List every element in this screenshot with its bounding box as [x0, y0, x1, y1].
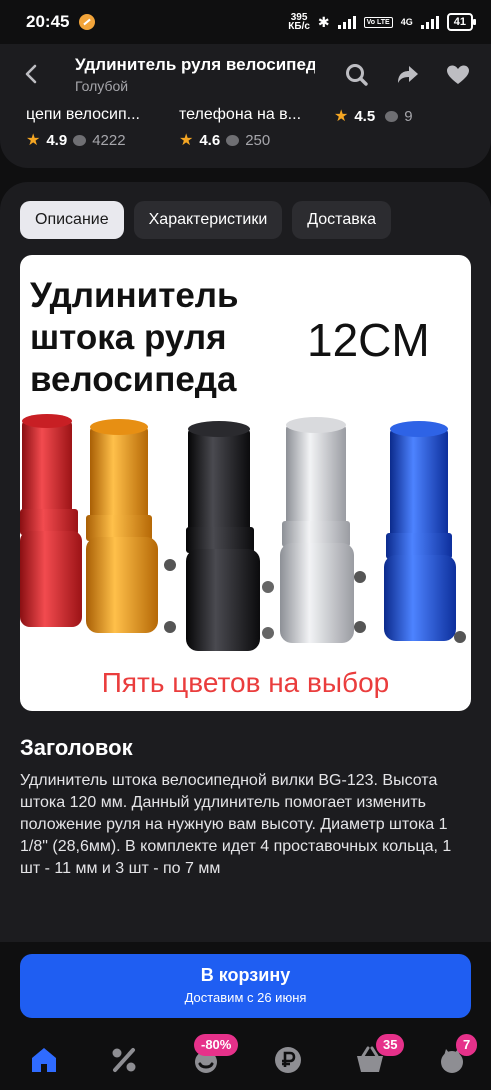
- bottom-nav: -80% 35 7: [0, 1022, 491, 1090]
- review-count: 9: [404, 107, 413, 125]
- product-stems-illustration: [20, 414, 466, 651]
- review-count: 250: [245, 131, 271, 149]
- signal-icon-2: [420, 15, 439, 29]
- add-to-cart-button[interactable]: В корзину Доставим с 26 июня: [20, 954, 471, 1018]
- page-subtitle: Голубой: [75, 78, 129, 94]
- notification-app-icon: [79, 14, 96, 30]
- page-title: Удлинитель руля велосипед: [75, 55, 315, 74]
- back-arrow-icon[interactable]: [20, 62, 44, 86]
- related-product-meta: ★ 4.9 4222: [26, 130, 140, 150]
- home-icon[interactable]: [28, 1044, 60, 1076]
- cart-area: В корзину Доставим с 26 июня: [0, 942, 491, 1022]
- review-count: 4222: [92, 131, 126, 149]
- info-tabs: Описание Характеристики Доставка: [20, 201, 391, 239]
- signal-icon: [337, 15, 356, 29]
- related-product-meta: ★ 4.5 9: [334, 106, 413, 126]
- tab-description[interactable]: Описание: [20, 201, 124, 239]
- search-icon[interactable]: [344, 62, 370, 88]
- promo-footer: Пять цветов на выбор: [101, 667, 390, 698]
- share-icon[interactable]: [395, 62, 421, 88]
- heart-icon[interactable]: [445, 62, 471, 88]
- add-to-cart-label: В корзину: [200, 965, 291, 985]
- ruble-icon[interactable]: [272, 1044, 304, 1076]
- red-stem: [20, 414, 82, 627]
- tab-specifications[interactable]: Характеристики: [133, 201, 283, 239]
- product-promo-image[interactable]: Удлинитель штока руля велосипеда 12CM Пя…: [20, 255, 471, 711]
- network-type: 4G: [400, 17, 413, 27]
- percent-icon[interactable]: [108, 1044, 140, 1076]
- rating: 4.5: [354, 107, 376, 125]
- bluetooth-icon: ✱: [317, 13, 330, 30]
- profile-badge: 7: [456, 1034, 478, 1056]
- status-indicators: 395 КБ/с ✱ Vo LTE 4G 41: [288, 12, 477, 32]
- status-bar: 20:45 395 КБ/с ✱ Vo LTE 4G 41: [0, 0, 491, 44]
- rating: 4.9: [46, 131, 68, 149]
- black-stem: [186, 421, 274, 651]
- comment-icon: [226, 134, 240, 146]
- product-info-card: Описание Характеристики Доставка Удлинит…: [0, 182, 491, 942]
- delivery-date: Доставим с 26 июня: [184, 990, 307, 1005]
- comment-icon: [385, 110, 399, 122]
- silver-stem: [280, 417, 366, 643]
- star-icon: ★: [26, 132, 41, 149]
- volte-icon: Vo LTE: [363, 16, 393, 28]
- tab-delivery[interactable]: Доставка: [292, 201, 391, 239]
- star-icon: ★: [334, 108, 349, 125]
- battery-icon: 41: [446, 13, 477, 31]
- description-heading: Заголовок: [20, 735, 133, 760]
- status-time: 20:45: [26, 12, 70, 31]
- header-card: Удлинитель руля велосипед Голубой цепи в…: [0, 44, 491, 168]
- network-speed: 395 КБ/с: [288, 12, 310, 32]
- related-product-2[interactable]: телефона на в... ★ 4.6 250: [179, 106, 301, 150]
- star-icon: ★: [179, 132, 194, 149]
- promo-badge: -80%: [194, 1034, 239, 1056]
- rating: 4.6: [199, 131, 221, 149]
- related-product-name: телефона на в...: [179, 106, 302, 123]
- description-text: Удлинитель штока велосипедной вилки BG-1…: [20, 772, 452, 877]
- related-product-meta: ★ 4.6 250: [179, 130, 301, 150]
- related-product-name: цепи велосип...: [26, 106, 140, 123]
- orange-stem: [86, 419, 176, 633]
- related-product-3[interactable]: ★ 4.5 9: [334, 106, 413, 126]
- promo-size: 12CM: [307, 314, 430, 366]
- promo-title: Удлинитель штока руля велосипеда: [30, 276, 239, 399]
- related-product-1[interactable]: цепи велосип... ★ 4.9 4222: [26, 106, 140, 150]
- blue-stem: [384, 421, 466, 643]
- comment-icon: [73, 134, 87, 146]
- basket-badge: 35: [376, 1034, 405, 1056]
